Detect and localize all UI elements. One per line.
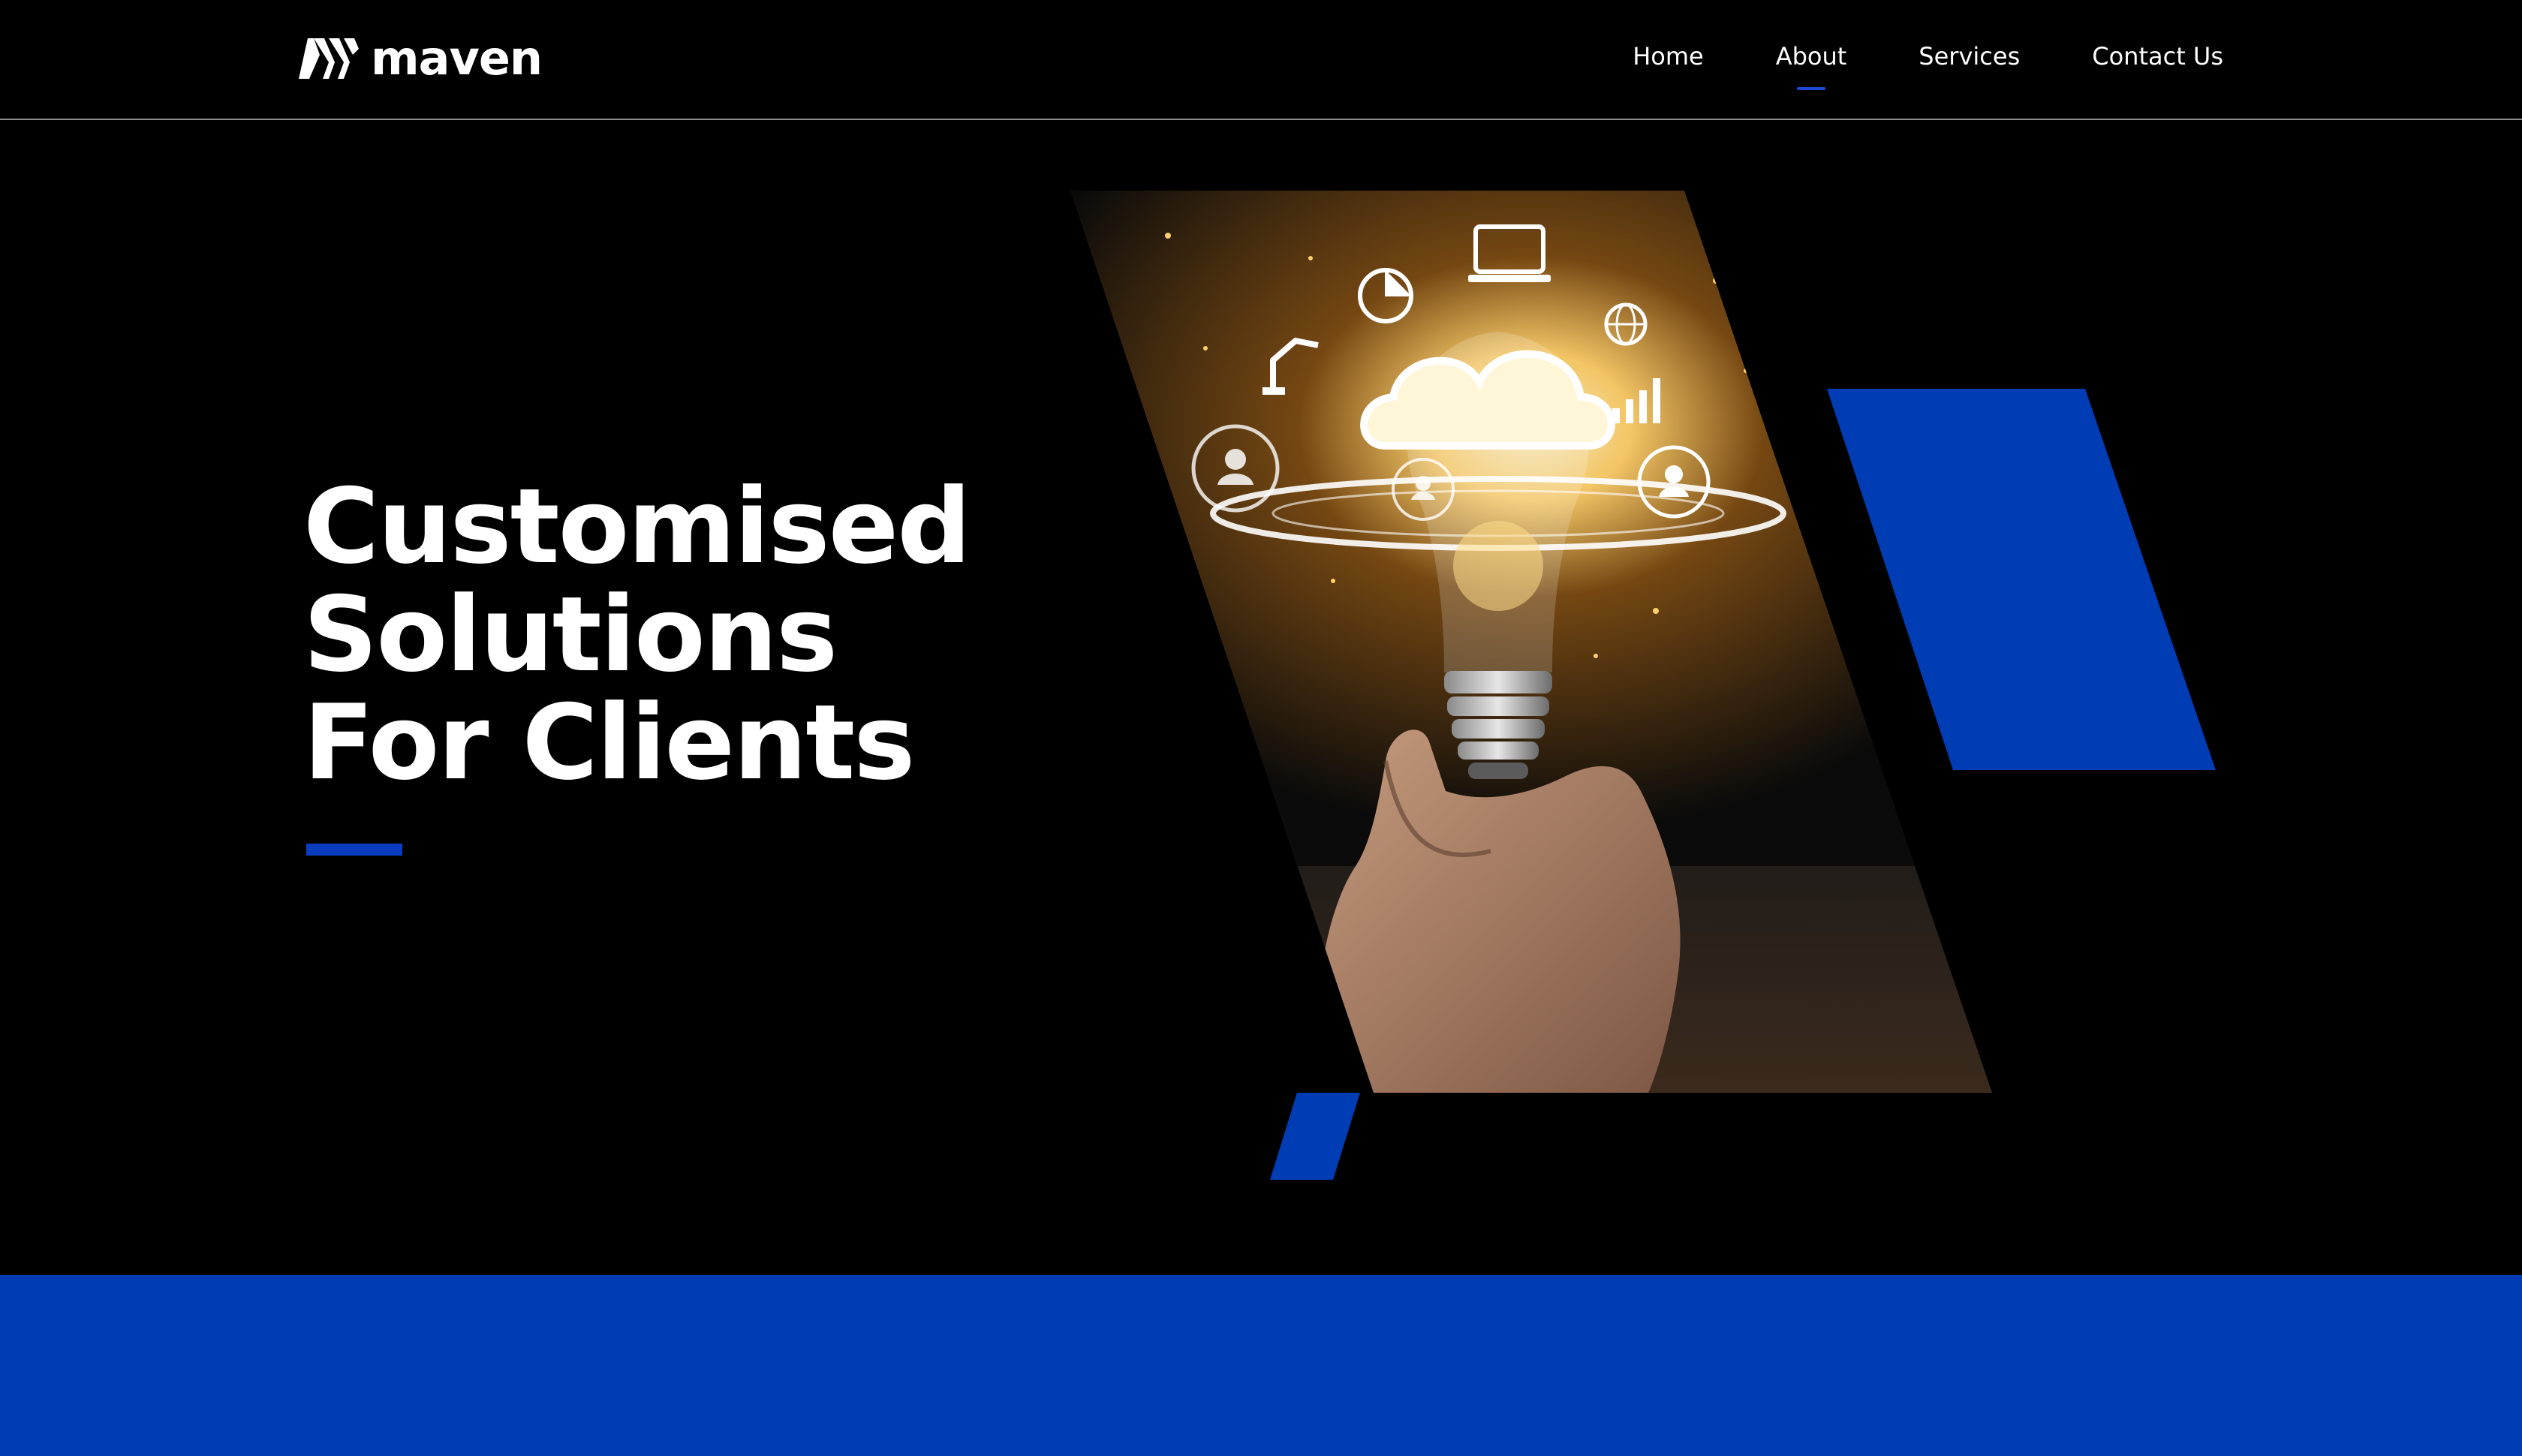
- hero-title-line-1: Customised: [303, 466, 971, 587]
- logo[interactable]: maven: [299, 31, 543, 86]
- hero-title-line-3: For Clients: [303, 682, 915, 803]
- logo-mark-icon: [299, 38, 359, 79]
- nav-item-services[interactable]: Services: [1919, 41, 2020, 72]
- site-header: maven Home About Services Contact Us: [0, 0, 2522, 120]
- main-nav: Home About Services Contact Us: [1633, 41, 2223, 72]
- hero-title-underline: [306, 844, 402, 856]
- nav-item-contact-us[interactable]: Contact Us: [2092, 41, 2223, 72]
- nav-item-home[interactable]: Home: [1633, 41, 1704, 72]
- accent-parallelogram-small: [1270, 1093, 1360, 1180]
- logo-text: maven: [371, 31, 543, 86]
- hero-title: Customised Solutions For Clients: [303, 466, 971, 803]
- page: maven Home About Services Contact Us Cus…: [0, 0, 2522, 1456]
- nav-item-about[interactable]: About: [1776, 41, 1847, 72]
- bottom-section-band: [0, 1275, 2522, 1456]
- accent-parallelogram-large: [1827, 389, 2216, 770]
- hero-title-line-2: Solutions: [303, 574, 838, 695]
